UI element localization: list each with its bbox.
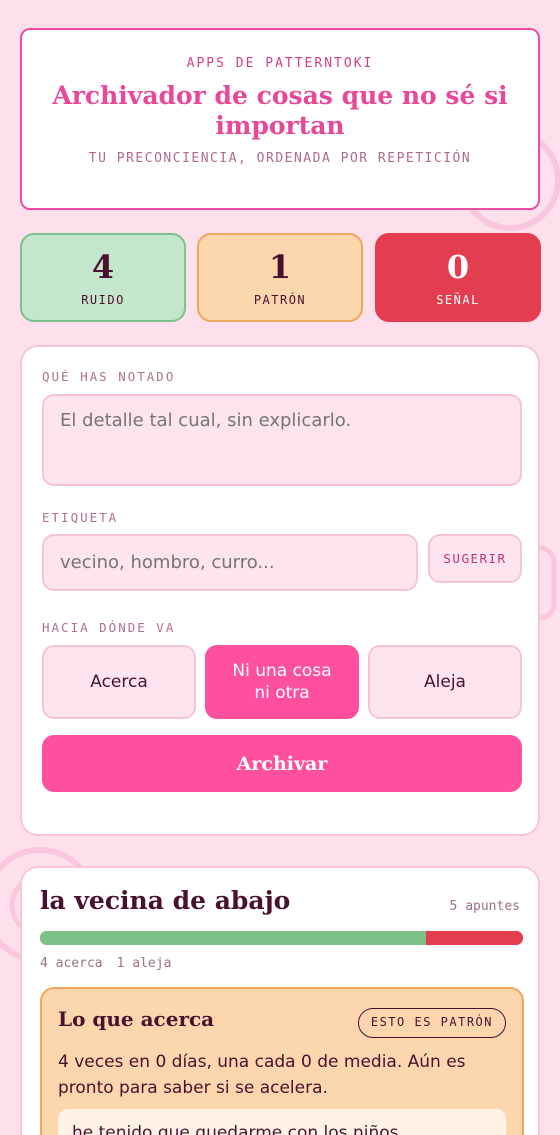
stat-ruido-value: 4 <box>91 248 115 286</box>
stats-row: 4 RUIDO 1 PATRÓN 0 SEÑAL <box>20 233 542 322</box>
archive-button[interactable]: Archivar <box>42 735 522 792</box>
pattern-badge: ESTO ES PATRÓN <box>357 1008 506 1038</box>
direction-ratio-away <box>426 931 523 945</box>
tag-input[interactable] <box>42 534 418 591</box>
noticed-label: QUÉ HAS NOTADO <box>42 369 176 384</box>
stat-senal-value: 0 <box>446 248 470 286</box>
entry-form: QUÉ HAS NOTADO ETIQUETA SUGERIR HACIA DÓ… <box>20 345 540 836</box>
stat-senal-label: SEÑAL <box>436 293 480 307</box>
noticed-textarea[interactable] <box>42 394 522 486</box>
direction-ratio-bar <box>40 931 523 945</box>
direction-ratio-closer <box>40 931 427 945</box>
suggest-button[interactable]: SUGERIR <box>428 534 522 583</box>
stat-patron-label: PATRÓN <box>253 293 307 307</box>
entry-card[interactable]: la vecina de abajo 5 apuntes 4 acerca 1 a… <box>20 866 540 1135</box>
direction-counts: 4 acerca 1 aleja <box>40 956 171 971</box>
away-count: 1 aleja <box>116 956 172 971</box>
entry-count: 5 apuntes <box>449 899 520 914</box>
tag-label: ETIQUETA <box>42 510 119 525</box>
stat-patron: 1 PATRÓN <box>197 233 363 322</box>
stat-patron-value: 1 <box>268 248 292 286</box>
closer-count: 4 acerca <box>40 956 103 971</box>
page-title: Archivador de cosas que no sé si importa… <box>52 81 508 140</box>
pattern-title: Lo que acerca <box>58 1007 215 1031</box>
stat-ruido-label: RUIDO <box>81 293 125 307</box>
stat-senal: 0 SEÑAL <box>375 233 541 322</box>
entry-title: la vecina de abajo <box>40 886 291 915</box>
app-header: APPS DE PATTERNTOKI Archivador de cosas … <box>20 28 540 210</box>
pattern-box: Lo que acerca ESTO ES PATRÓN 4 veces en … <box>40 987 524 1135</box>
direction-aleja-button[interactable]: Aleja <box>368 645 522 719</box>
direction-neutral-button[interactable]: Ni una cosa ni otra <box>205 645 359 719</box>
pattern-description: 4 veces en 0 días, una cada 0 de media. … <box>58 1052 466 1098</box>
app-kicker: APPS DE PATTERNTOKI <box>186 56 374 71</box>
stat-ruido: 4 RUIDO <box>20 233 186 322</box>
page-subtitle: TU PRECONCIENCIA, ORDENADA POR REPETICIÓ… <box>88 151 472 166</box>
direction-acerca-button[interactable]: Acerca <box>42 645 196 719</box>
pattern-note: he tenido que quedarme con los niños <box>58 1109 506 1135</box>
direction-label: HACIA DÓNDE VA <box>42 620 176 635</box>
